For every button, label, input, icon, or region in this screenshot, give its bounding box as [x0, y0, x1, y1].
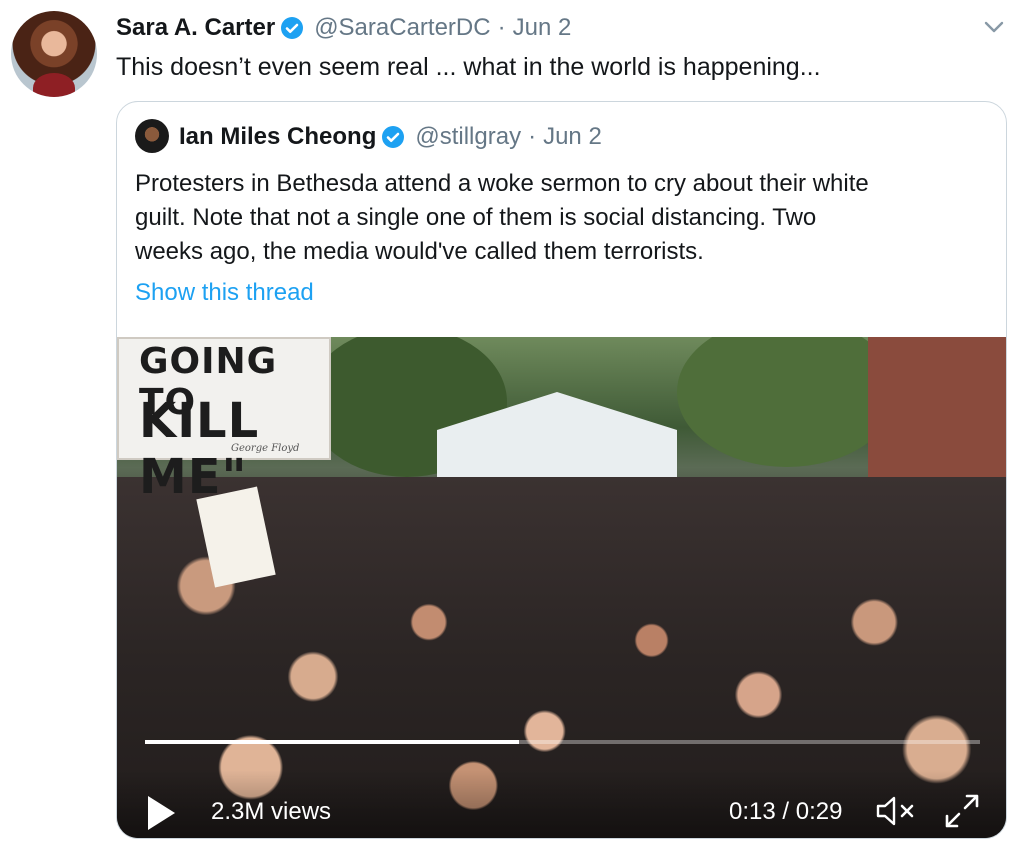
quoted-text-line: guilt. Note that not a single one of the… — [135, 204, 817, 231]
quoted-text-line: Protesters in Bethesda attend a woke ser… — [135, 170, 869, 197]
quoted-tweet-card[interactable]: Ian Miles Cheong @stillgray · Jun 2 Prot… — [116, 101, 1007, 839]
tweet-text: This doesn’t even seem real ... what in … — [116, 53, 821, 81]
quoted-author-handle[interactable]: @stillgray — [415, 123, 521, 151]
quoted-tweet-header: Ian Miles Cheong @stillgray · Jun 2 — [179, 120, 602, 154]
video-scene-tree — [677, 337, 897, 467]
author-handle[interactable]: @SaraCarterDC — [314, 14, 490, 42]
quoted-author-avatar[interactable] — [135, 119, 169, 153]
quoted-author-name[interactable]: Ian Miles Cheong — [179, 123, 376, 151]
quoted-text-line: weeks ago, the media would've called the… — [135, 238, 704, 265]
quoted-tweet-text: Protesters in Bethesda attend a woke ser… — [135, 167, 995, 269]
video-player[interactable]: GOING TO KILL ME" George Floyd 2.3M view… — [117, 337, 1006, 838]
verified-badge-icon — [281, 17, 304, 39]
author-name[interactable]: Sara A. Carter — [116, 14, 275, 42]
separator-dot: · — [497, 14, 506, 41]
tweet-date[interactable]: Jun 2 — [513, 14, 572, 42]
video-scene-building — [868, 337, 1006, 497]
play-icon[interactable] — [145, 794, 177, 832]
chevron-down-icon[interactable] — [984, 20, 1004, 34]
protest-sign: GOING TO KILL ME" George Floyd — [117, 337, 331, 505]
video-progress-fill — [145, 740, 520, 744]
author-avatar[interactable] — [11, 11, 97, 97]
quoted-tweet-date[interactable]: Jun 2 — [543, 123, 602, 151]
verified-badge-icon — [382, 126, 405, 148]
tweet-header: Sara A. Carter @SaraCarterDC · Jun 2 — [116, 12, 571, 44]
fullscreen-icon[interactable] — [943, 792, 981, 830]
protest-sign-credit: George Floyd — [231, 443, 300, 454]
video-time: 0:13 / 0:29 — [729, 798, 843, 825]
view-count: 2.3M views — [211, 798, 332, 825]
separator-dot: · — [528, 123, 537, 150]
volume-muted-icon[interactable] — [875, 794, 919, 828]
video-progress-bar[interactable] — [145, 740, 980, 744]
video-controls: 2.3M views 0:13 / 0:29 — [117, 770, 1006, 838]
show-thread-link[interactable]: Show this thread — [135, 279, 314, 307]
